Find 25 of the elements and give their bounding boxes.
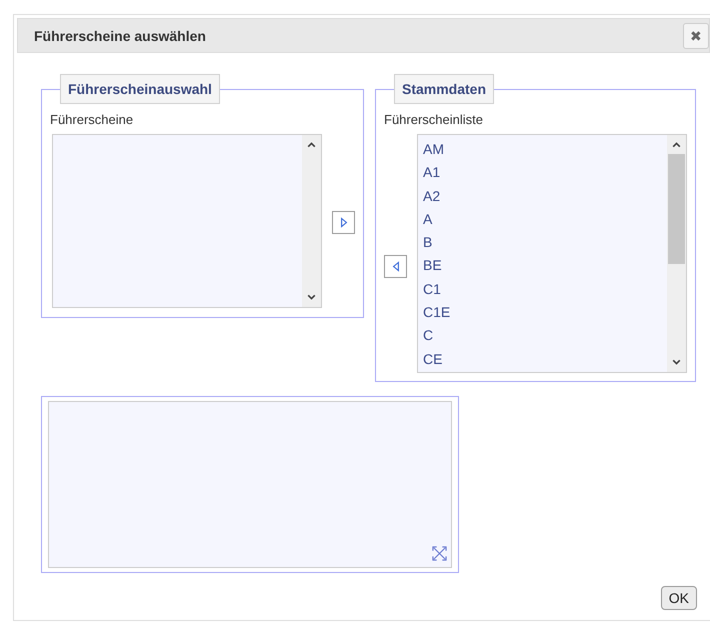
ok-button[interactable]: OK — [660, 586, 697, 610]
list-item[interactable]: C1 — [423, 278, 662, 302]
list-item[interactable]: BE — [423, 254, 662, 278]
list-item[interactable]: C — [423, 324, 662, 348]
list-item[interactable]: A2 — [423, 184, 662, 208]
list-item[interactable]: B — [423, 231, 662, 254]
list-item[interactable]: AM — [423, 138, 662, 162]
move-right-button[interactable] — [332, 210, 355, 234]
list-label: Führerscheinliste — [384, 112, 484, 127]
triangle-right-icon — [340, 216, 348, 228]
list-item[interactable]: A — [423, 208, 662, 232]
expand-icon[interactable] — [432, 546, 447, 561]
list-label: Führerscheine — [50, 112, 134, 127]
list-item[interactable]: CE — [423, 348, 662, 371]
list-item[interactable]: C1E — [423, 301, 662, 324]
triangle-left-icon — [392, 261, 400, 272]
group-legend: Stammdaten — [394, 74, 494, 104]
license-listbox[interactable]: AM A1 A2 A B BE C1 C1E C CE — [417, 134, 687, 373]
window-title: Führerscheine auswählen — [34, 28, 206, 44]
scrollbar[interactable] — [667, 135, 686, 372]
close-button[interactable]: ✖ — [683, 22, 709, 48]
group-legend: Führerscheinauswahl — [60, 74, 220, 104]
scrollbar[interactable] — [302, 135, 321, 307]
move-left-button[interactable] — [384, 255, 407, 278]
list-item[interactable]: A1 — [423, 161, 662, 185]
